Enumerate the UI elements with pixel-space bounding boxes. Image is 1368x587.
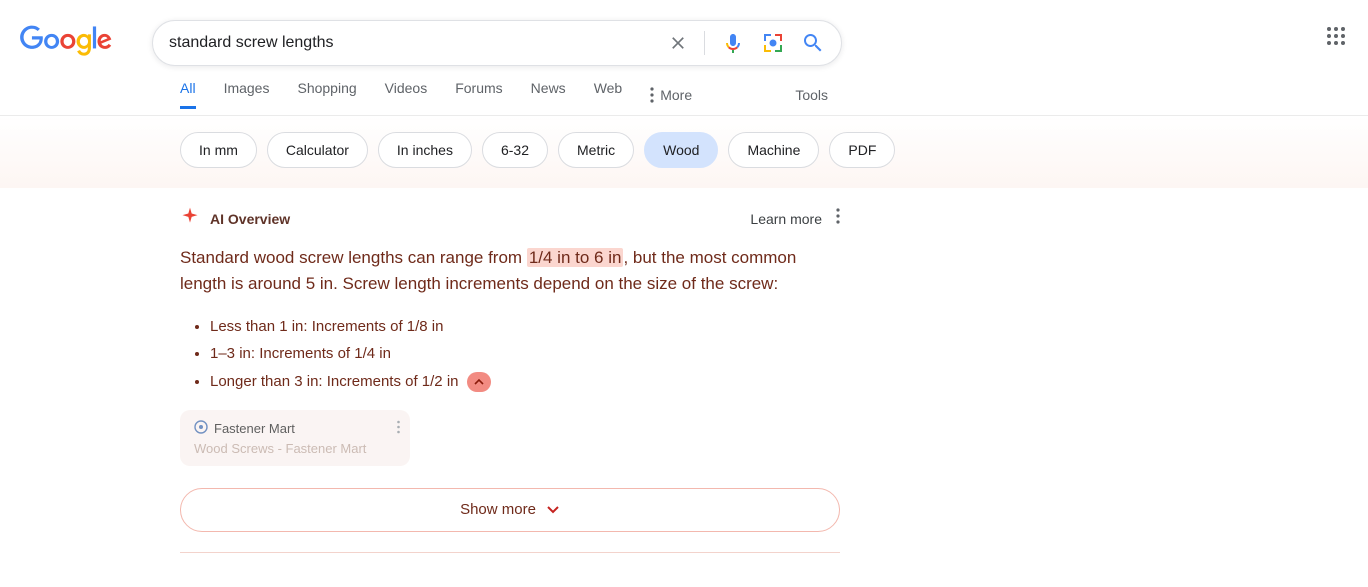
collapse-icon[interactable] (467, 372, 491, 392)
divider (180, 552, 840, 553)
tab-images[interactable]: Images (224, 80, 270, 109)
chip-metric[interactable]: Metric (558, 132, 634, 168)
source-site: Fastener Mart (214, 421, 295, 436)
chip-in-mm[interactable]: In mm (180, 132, 257, 168)
chevron-down-icon (546, 503, 560, 517)
divider (704, 31, 705, 55)
ai-bullet-list: Less than 1 in: Increments of 1/8 in 1–3… (210, 318, 840, 392)
tab-videos[interactable]: Videos (385, 80, 428, 109)
ai-summary: Standard wood screw lengths can range fr… (180, 245, 840, 298)
ai-summary-pre: Standard wood screw lengths can range fr… (180, 248, 527, 267)
search-box[interactable] (152, 20, 842, 66)
source-card[interactable]: Fastener Mart Wood Screws - Fastener Mar… (180, 410, 410, 466)
list-item-text: Longer than 3 in: Increments of 1/2 in (210, 373, 459, 390)
source-menu-icon[interactable] (397, 420, 400, 439)
tab-web[interactable]: Web (594, 80, 623, 109)
filter-chips: In mm Calculator In inches 6-32 Metric W… (180, 132, 1368, 168)
sparkle-icon (180, 206, 200, 231)
list-item: 1–3 in: Increments of 1/4 in (210, 345, 840, 362)
chip-machine[interactable]: Machine (728, 132, 819, 168)
list-item: Less than 1 in: Increments of 1/8 in (210, 318, 840, 335)
learn-more-link[interactable]: Learn more (750, 211, 822, 227)
source-title: Wood Screws - Fastener Mart (194, 441, 396, 456)
show-more-button[interactable]: Show more (180, 488, 840, 532)
ai-overview-title: AI Overview (210, 211, 290, 227)
tools-button[interactable]: Tools (795, 87, 828, 103)
ai-summary-highlight: 1/4 in to 6 in (527, 248, 624, 267)
apps-menu-icon[interactable] (1324, 24, 1348, 53)
chip-wood[interactable]: Wood (644, 132, 718, 168)
more-menu[interactable]: More (650, 87, 692, 103)
google-logo[interactable] (20, 25, 112, 62)
search-icon[interactable] (801, 31, 825, 55)
show-more-label: Show more (460, 501, 536, 518)
overflow-menu-icon[interactable] (836, 208, 840, 229)
clear-icon[interactable] (668, 33, 688, 53)
tab-all[interactable]: All (180, 80, 196, 109)
search-input[interactable] (169, 34, 668, 52)
tab-news[interactable]: News (531, 80, 566, 109)
more-label: More (660, 87, 692, 103)
chip-calculator[interactable]: Calculator (267, 132, 368, 168)
chip-in-inches[interactable]: In inches (378, 132, 472, 168)
voice-search-icon[interactable] (721, 31, 745, 55)
chip-pdf[interactable]: PDF (829, 132, 895, 168)
tab-forums[interactable]: Forums (455, 80, 502, 109)
lens-search-icon[interactable] (761, 31, 785, 55)
list-item: Longer than 3 in: Increments of 1/2 in (210, 372, 840, 392)
tab-shopping[interactable]: Shopping (297, 80, 356, 109)
source-favicon-icon (194, 420, 208, 437)
chip-6-32[interactable]: 6-32 (482, 132, 548, 168)
